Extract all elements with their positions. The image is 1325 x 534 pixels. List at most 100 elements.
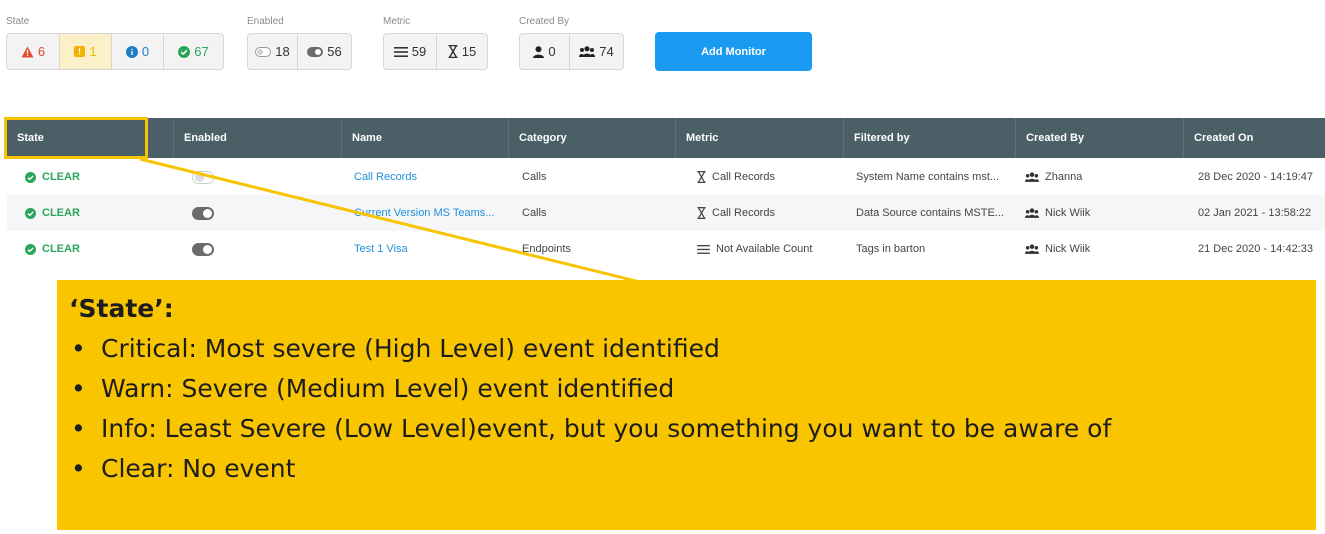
- state-filter-group: State 6 1 0 67: [6, 16, 224, 70]
- callout-bullet-list: • Critical: Most severe (High Level) even…: [69, 329, 1316, 489]
- monitor-name-link[interactable]: Call Records: [342, 171, 509, 183]
- column-header-name[interactable]: Name: [342, 118, 509, 158]
- bullet-text: Info: Least Severe (Low Level)event, but…: [101, 414, 1112, 443]
- duration-metric-filter-button[interactable]: 15: [437, 34, 487, 69]
- metric-label: Call Records: [712, 207, 775, 219]
- metric-filter-group: Metric 59 15: [383, 16, 488, 70]
- info-circle-icon: [125, 45, 138, 58]
- created-on-cell: 02 Jan 2021 - 13:58:22: [1198, 207, 1312, 219]
- enabled-filter-button[interactable]: 56: [298, 34, 351, 69]
- my-monitors-count: 0: [548, 44, 556, 59]
- filtered-by-cell: Data Source contains MSTE...: [856, 207, 1004, 219]
- state-label: CLEAR: [42, 243, 80, 255]
- enabled-cell: [174, 170, 342, 184]
- disabled-filter-button[interactable]: 18: [248, 34, 298, 69]
- metric-label: Call Records: [712, 171, 775, 183]
- column-header-category[interactable]: Category: [509, 118, 676, 158]
- column-header-created-on[interactable]: Created On: [1184, 118, 1325, 158]
- bullet-text: Warn: Severe (Medium Level) event identi…: [101, 374, 675, 403]
- state-filter-label: State: [6, 16, 30, 27]
- enabled-filter: 18 56: [247, 33, 352, 70]
- my-monitors-filter-button[interactable]: 0: [520, 34, 570, 69]
- metric-filter: 59 15: [383, 33, 488, 70]
- created-by-cell: Nick Wiik: [1016, 207, 1184, 219]
- state-cell: CLEAR: [7, 243, 174, 255]
- count-metric-filter-button[interactable]: 59: [384, 34, 437, 69]
- metric-cell: Call Records: [676, 171, 844, 183]
- users-icon: [1025, 172, 1039, 182]
- check-circle-icon: [178, 45, 191, 58]
- bullet-text: Clear: No event: [101, 454, 296, 483]
- clear-filter-button[interactable]: 67: [164, 34, 223, 69]
- warning-triangle-icon: [21, 46, 34, 58]
- callout-bullet-critical: • Critical: Most severe (High Level) even…: [69, 329, 1316, 369]
- enabled-cell: [174, 206, 342, 220]
- table-header: State Enabled Name Category Metric Filte…: [7, 118, 1325, 158]
- users-icon: [1025, 208, 1039, 218]
- check-circle-icon: [25, 171, 36, 183]
- monitor-name-link[interactable]: Current Version MS Teams...: [342, 207, 509, 219]
- hourglass-icon: [697, 171, 706, 183]
- hourglass-icon: [697, 207, 706, 219]
- metric-cell: Call Records: [676, 207, 844, 219]
- state-cell: CLEAR: [7, 207, 174, 219]
- state-label: CLEAR: [42, 171, 80, 183]
- column-header-filtered-by[interactable]: Filtered by: [844, 118, 1016, 158]
- column-header-metric[interactable]: Metric: [676, 118, 844, 158]
- metric-label: Not Available Count: [716, 243, 813, 255]
- state-label: CLEAR: [42, 207, 80, 219]
- category-cell: Calls: [522, 171, 547, 183]
- bullet-text: Critical: Most severe (High Level) event…: [101, 334, 720, 363]
- table-row[interactable]: CLEAR Test 1 Visa Endpoints Not Availabl…: [7, 231, 1325, 267]
- created-by-filter: 0 74: [519, 33, 624, 70]
- created-by-name: Zhanna: [1045, 171, 1083, 183]
- callout-bullet-warn: • Warn: Severe (Medium Level) event ident…: [69, 369, 1316, 409]
- metric-filter-label: Metric: [383, 16, 411, 27]
- users-icon: [1025, 244, 1039, 254]
- state-legend-callout: ‘State’: • Critical: Most severe (High Le…: [57, 280, 1316, 530]
- enabled-toggle[interactable]: [192, 242, 214, 256]
- monitor-name-link[interactable]: Test 1 Visa: [342, 243, 509, 255]
- all-users-filter-button[interactable]: 74: [570, 34, 623, 69]
- enabled-filter-group: Enabled 18 56: [247, 16, 352, 70]
- created-by-filter-group: Created By 0 74: [519, 16, 624, 70]
- table-row[interactable]: CLEAR Current Version MS Teams... Calls …: [7, 195, 1325, 231]
- category-cell: Endpoints: [522, 243, 571, 255]
- clear-count: 67: [194, 44, 209, 59]
- enabled-toggle[interactable]: [192, 206, 214, 220]
- callout-bullet-clear: • Clear: No event: [69, 449, 1316, 489]
- column-header-enabled[interactable]: Enabled: [174, 118, 342, 158]
- created-on-cell: 21 Dec 2020 - 14:42:33: [1198, 243, 1313, 255]
- enabled-toggle[interactable]: [192, 170, 214, 184]
- lines-icon: [393, 46, 408, 57]
- created-by-name: Nick Wiik: [1045, 243, 1091, 255]
- check-circle-icon: [25, 207, 36, 219]
- users-icon: [579, 46, 596, 57]
- user-icon: [533, 45, 545, 58]
- info-filter-button[interactable]: 0: [112, 34, 164, 69]
- category-cell: Calls: [522, 207, 547, 219]
- disabled-count: 18: [275, 44, 290, 59]
- enabled-count: 56: [327, 44, 342, 59]
- state-cell: CLEAR: [7, 171, 174, 183]
- hourglass-icon: [448, 45, 458, 58]
- metric-cell: Not Available Count: [676, 243, 844, 255]
- filtered-by-cell: System Name contains mst...: [856, 171, 1000, 183]
- all-users-count: 74: [599, 44, 614, 59]
- column-header-created-by[interactable]: Created By: [1016, 118, 1184, 158]
- table-row[interactable]: CLEAR Call Records Calls Call Records Sy…: [7, 159, 1325, 195]
- count-metric-count: 59: [411, 44, 427, 59]
- created-on-cell: 28 Dec 2020 - 14:19:47: [1198, 171, 1313, 183]
- add-monitor-button[interactable]: Add Monitor: [655, 32, 812, 71]
- created-by-cell: Nick Wiik: [1016, 243, 1184, 255]
- state-column-highlight: [4, 117, 148, 159]
- warn-filter-button[interactable]: 1: [60, 34, 112, 69]
- filtered-by-cell: Tags in barton: [856, 243, 926, 255]
- check-circle-icon: [25, 243, 36, 255]
- created-by-filter-label: Created By: [519, 16, 570, 27]
- critical-filter-button[interactable]: 6: [7, 34, 60, 69]
- callout-title: ‘State’:: [69, 294, 174, 323]
- info-count: 0: [141, 44, 150, 59]
- enabled-cell: [174, 242, 342, 256]
- duration-metric-count: 15: [461, 44, 477, 59]
